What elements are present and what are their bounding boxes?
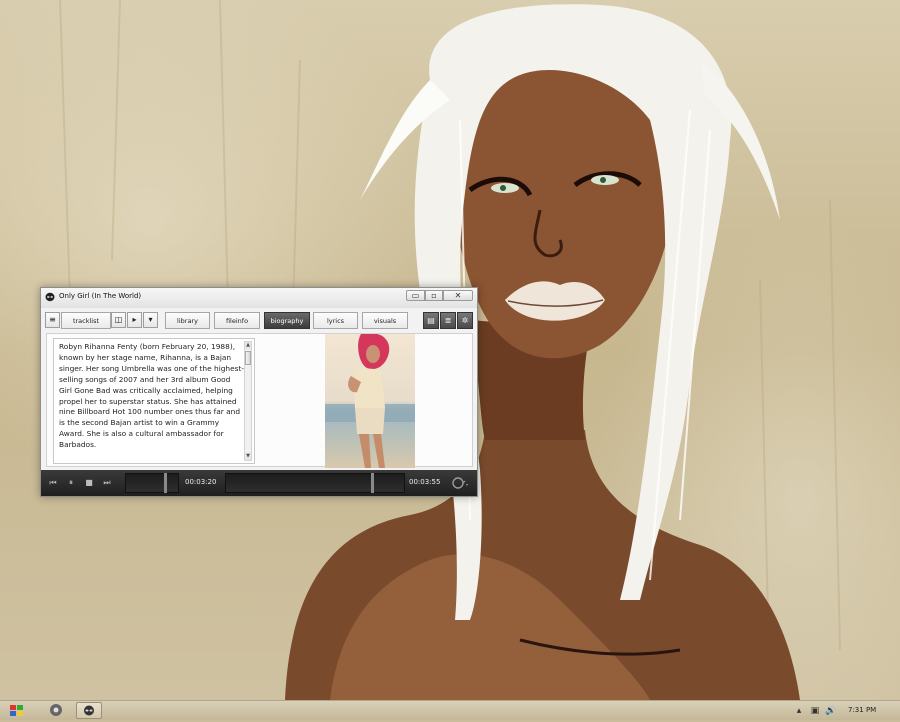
maximize-button[interactable]: ▫ [425,290,443,301]
tab-tracklist[interactable]: tracklist [61,312,111,329]
tab-fileinfo[interactable]: fileinfo [214,312,260,329]
taskbar-clock[interactable]: 7:31 PM [848,706,876,714]
volume-handle[interactable] [164,473,167,493]
tab-lyrics[interactable]: lyrics [313,312,358,329]
tab-biography[interactable]: biography [264,312,310,329]
network-icon[interactable]: ▣ [809,705,821,717]
previous-icon[interactable]: ⏮ [45,475,61,491]
total-time: 00:03:55 [409,478,441,486]
transport-bar: ⏮ ⏸ ■ ⏭ 00:03:20 00:03:55 [41,470,477,496]
taskbar-chrome-icon[interactable] [44,702,70,719]
browser-icon [50,704,62,716]
title-bar[interactable]: Only Girl (In The World) ▭ ▫ ✕ [41,288,477,308]
tab-library[interactable]: library [165,312,210,329]
next-icon[interactable]: ⏭ [99,475,115,491]
view-icon[interactable]: ▤ [423,312,439,329]
minimize-button[interactable]: ▭ [406,290,425,301]
alien-taskbar-icon [84,705,94,716]
stop-icon[interactable]: ■ [81,475,97,491]
play-next-icon[interactable]: ▸ [127,312,142,328]
tray-arrow-icon[interactable]: ▴ [793,705,805,717]
scroll-thumb[interactable] [245,351,251,365]
volume-slider[interactable] [125,473,179,493]
repeat-icon[interactable] [449,475,469,491]
biography-scrollbar[interactable]: ▲ ▼ [244,341,252,461]
volume-icon[interactable]: 🔊 [825,705,837,717]
alien-app-icon [45,292,55,302]
artist-photo [325,334,415,468]
start-windows-icon[interactable] [10,705,24,717]
scroll-up-icon[interactable]: ▲ [245,342,251,349]
toolbar: ≡ tracklist ◫ ▸ ▾ library fileinfo biogr… [45,311,473,331]
pause-icon[interactable]: ⏸ [63,475,79,491]
biography-text: Robyn Rihanna Fenty (born February 20, 1… [59,342,245,450]
biography-textbox[interactable]: Robyn Rihanna Fenty (born February 20, 1… [53,338,255,464]
columns-icon[interactable]: ◫ [111,312,126,328]
scroll-down-icon[interactable]: ▼ [245,453,251,460]
player-window: Only Girl (In The World) ▭ ▫ ✕ ≡ trackli… [40,287,478,497]
window-title: Only Girl (In The World) [59,292,142,300]
taskbar-player-icon[interactable] [76,702,102,719]
biography-panel: Robyn Rihanna Fenty (born February 20, 1… [46,333,473,468]
seek-bar[interactable] [225,473,405,493]
close-button[interactable]: ✕ [443,290,473,301]
chevron-down-icon[interactable]: ▾ [143,312,158,328]
taskbar: ▴ ▣ 🔊 7:31 PM [0,700,900,720]
tab-visuals[interactable]: visuals [362,312,408,329]
gear-icon[interactable]: ✲ [457,312,473,329]
sort-icon[interactable]: ≣ [440,312,456,329]
seek-handle[interactable] [371,473,374,493]
elapsed-time: 00:03:20 [185,478,217,486]
menu-icon[interactable]: ≡ [45,312,60,328]
